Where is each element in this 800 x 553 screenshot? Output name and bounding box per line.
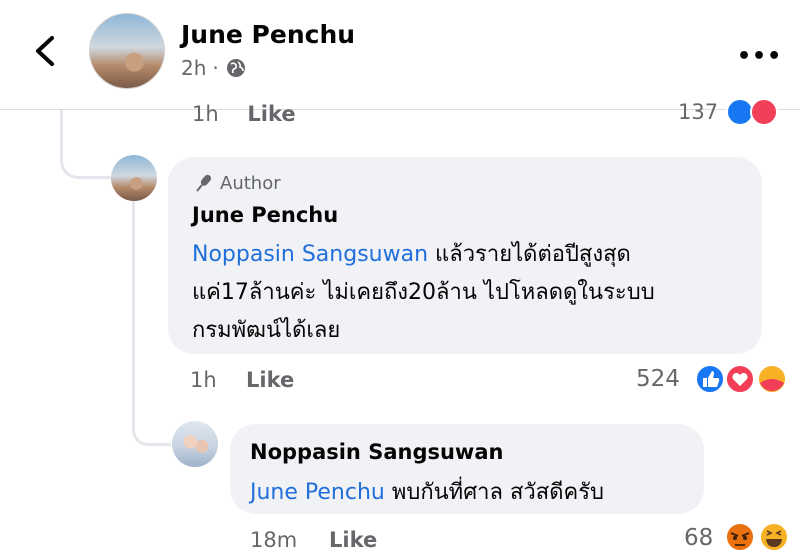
thread-connector — [60, 110, 113, 179]
post-time[interactable]: 2h — [181, 56, 206, 80]
like-button[interactable]: Like — [246, 368, 294, 392]
thread-connector — [132, 200, 135, 410]
comment-time[interactable]: 18m — [250, 528, 297, 552]
comment-text-line: กรมพัฒน์ได้เลย — [192, 318, 341, 343]
reaction-icons[interactable] — [722, 521, 792, 553]
reaction-icons[interactable] — [694, 363, 788, 395]
author-badge-label: Author — [220, 172, 281, 194]
commenter-avatar[interactable] — [172, 421, 218, 467]
reaction-count[interactable]: 137 — [678, 100, 718, 124]
comment-author-name[interactable]: June Penchu — [192, 203, 338, 227]
author-avatar[interactable] — [89, 13, 165, 89]
comment-text: Noppasin Sangsuwan แล้วรายได้ต่อปีสูงสุด… — [192, 236, 752, 350]
meta-separator: · — [212, 56, 219, 80]
care-reaction-icon — [757, 364, 787, 394]
comment-text-line: แล้วรายได้ต่อปีสูงสุด — [435, 242, 631, 267]
more-options-icon[interactable]: ••• — [737, 44, 782, 69]
reaction-count[interactable]: 524 — [636, 366, 680, 392]
comment-text-line: พบกันที่ศาล สวัสดีครับ — [391, 480, 604, 505]
comment-author-name[interactable]: Noppasin Sangsuwan — [250, 440, 503, 464]
like-button[interactable]: Like — [247, 102, 295, 126]
haha-reaction-icon — [759, 522, 789, 552]
author-badge: Author — [192, 172, 281, 194]
comment-text-line: แค่17ล้านค่ะ ไม่เคยถึง20ล้าน ไปโหลดดูในร… — [192, 280, 655, 305]
post-author-name[interactable]: June Penchu — [181, 20, 355, 49]
angry-reaction-icon — [725, 522, 755, 552]
comment-time[interactable]: 1h — [192, 102, 219, 126]
previous-comment-footer: 1h Like — [192, 102, 318, 126]
comment-text: June Penchu พบกันที่ศาล สวัสดีครับ — [250, 474, 604, 509]
love-reaction-icon — [725, 364, 755, 394]
mention-link[interactable]: Noppasin Sangsuwan — [192, 242, 428, 267]
microphone-icon — [196, 174, 212, 192]
mention-link[interactable]: June Penchu — [250, 480, 385, 505]
back-icon[interactable] — [30, 34, 60, 68]
globe-icon — [226, 59, 245, 77]
like-reaction-icon — [726, 100, 754, 126]
comment-time[interactable]: 1h — [190, 368, 217, 392]
reaction-icons[interactable] — [726, 100, 786, 126]
thread-connector — [132, 400, 171, 446]
commenter-avatar[interactable] — [111, 155, 157, 201]
post-meta: 2h · — [181, 56, 247, 80]
reaction-count[interactable]: 68 — [684, 525, 713, 551]
love-reaction-icon — [750, 100, 778, 126]
like-reaction-icon — [695, 364, 725, 394]
like-button[interactable]: Like — [329, 528, 377, 552]
